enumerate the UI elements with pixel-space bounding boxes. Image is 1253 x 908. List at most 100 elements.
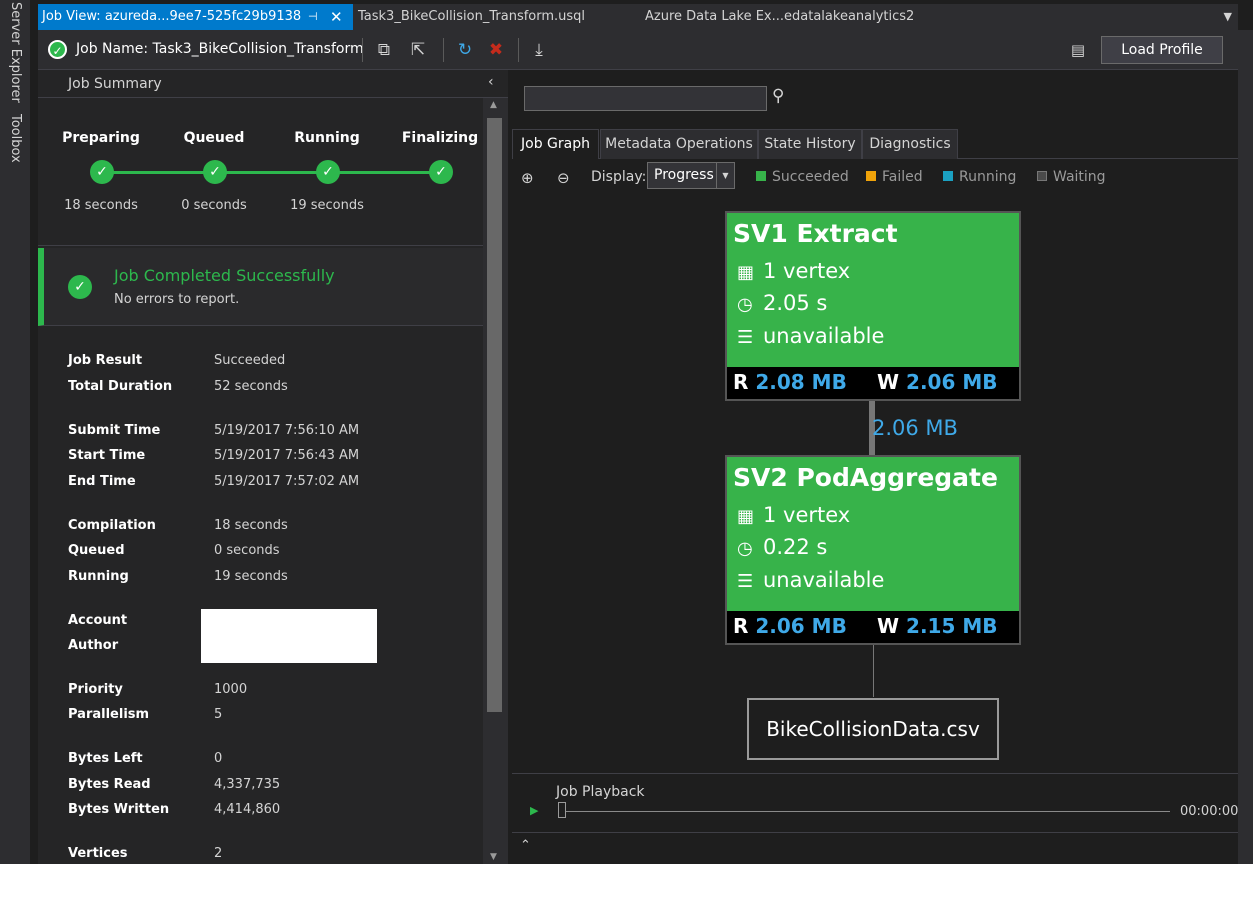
display-mode-select[interactable]: Progress ▼: [647, 162, 735, 189]
close-icon[interactable]: ✕: [330, 4, 343, 30]
grid-icon: ▦: [737, 506, 755, 527]
zoom-in-icon[interactable]: ⊕: [521, 169, 534, 187]
detail-value: 2: [214, 846, 223, 861]
legend-swatch: [1037, 171, 1047, 181]
detail-label: End Time: [68, 474, 136, 489]
play-icon[interactable]: ▶: [530, 804, 538, 817]
graph-tabs: Job Graph Metadata Operations State Hist…: [512, 129, 1238, 159]
legend-waiting: Waiting: [1037, 169, 1106, 185]
scroll-down-icon[interactable]: ▼: [490, 852, 497, 862]
copy-script-icon[interactable]: ⧉: [372, 38, 396, 62]
job-summary-title: Job Summary: [68, 76, 162, 92]
vertex-write: W 2.15 MB: [877, 614, 998, 638]
toolbar-separator: [362, 38, 363, 62]
detail-value: Succeeded: [214, 353, 286, 368]
stage-name: Preparing: [62, 130, 140, 146]
stage-time: 0 seconds: [181, 198, 247, 213]
tab-usql-script[interactable]: Task3_BikeCollision_Transform.usql: [358, 4, 585, 30]
tab-state-history[interactable]: State History: [758, 129, 862, 159]
stage-time: 19 seconds: [290, 198, 364, 213]
detail-value: 5/19/2017 7:56:10 AM: [214, 423, 360, 438]
write-prefix: W: [877, 614, 900, 638]
stage-check-icon: ✓: [90, 160, 114, 184]
scroll-up-icon[interactable]: ▲: [490, 100, 497, 110]
detail-value: 18 seconds: [214, 518, 288, 533]
vertex-io-footer: R 2.06 MB W 2.15 MB: [727, 611, 1019, 643]
job-status-card: ✓ Job Completed Successfully No errors t…: [38, 248, 483, 326]
zoom-out-icon[interactable]: ⊖: [557, 169, 570, 187]
detail-value: 5/19/2017 7:56:43 AM: [214, 448, 360, 463]
open-external-icon[interactable]: ⇱: [406, 38, 430, 62]
pin-icon[interactable]: ⊣: [308, 4, 318, 30]
legend-label: Running: [959, 169, 1017, 185]
download-icon[interactable]: ⤓: [527, 38, 551, 62]
stage-name: Finalizing: [401, 130, 479, 146]
detail-label: Queued: [68, 543, 125, 558]
job-status-subtitle: No errors to report.: [114, 292, 240, 307]
vertex-title: SV2 PodAggregate: [733, 463, 998, 492]
tab-diagnostics[interactable]: Diagnostics: [862, 129, 958, 159]
vertex-sv2-podaggregate[interactable]: SV2 PodAggregate ▦ 1 vertex ◷ 0.22 s ☰ unav…: [725, 455, 1021, 645]
legend-succeeded: Succeeded: [756, 169, 849, 185]
legend-swatch: [943, 171, 953, 181]
detail-value: 19 seconds: [214, 569, 288, 584]
job-status-title: Job Completed Successfully: [114, 266, 335, 285]
search-icon[interactable]: ⚲: [772, 86, 784, 106]
right-edge-strip: [1238, 30, 1253, 864]
detail-label: Total Duration: [68, 379, 173, 394]
detail-label: Vertices: [68, 846, 128, 861]
stage-time: 18 seconds: [64, 198, 138, 213]
vertex-rows: ☰ unavailable: [737, 568, 884, 592]
vertex-sv1-extract[interactable]: SV1 Extract ▦ 1 vertex ◷ 2.05 s ☰ unavailab…: [725, 211, 1021, 401]
detail-label: Author: [68, 638, 119, 653]
job-status-check-icon: ✓: [48, 40, 67, 59]
clock-icon: ◷: [737, 538, 753, 559]
detail-label: Parallelism: [68, 707, 150, 722]
tab-job-graph[interactable]: Job Graph: [512, 129, 599, 159]
output-file-node[interactable]: BikeCollisionData.csv: [747, 698, 999, 760]
playback-slider-thumb[interactable]: [558, 802, 566, 818]
server-explorer-tab[interactable]: Server Explorer: [8, 2, 23, 103]
toolbox-tab[interactable]: Toolbox: [8, 114, 23, 163]
vertex-count: ▦ 1 vertex: [737, 259, 850, 283]
legend-label: Succeeded: [772, 169, 849, 185]
redacted-box: [201, 609, 377, 663]
vertex-rows-text: unavailable: [763, 324, 885, 348]
tab-metadata-operations[interactable]: Metadata Operations: [600, 129, 758, 159]
detail-value: 4,414,860: [214, 802, 281, 817]
clock-icon: ◷: [737, 294, 753, 315]
legend-swatch: [756, 171, 766, 181]
scrollbar-thumb[interactable]: [487, 118, 502, 712]
vertex-title: SV1 Extract: [733, 219, 898, 248]
summary-scrollbar[interactable]: ▲ ▼: [483, 98, 508, 864]
write-value: 2.15 MB: [906, 614, 998, 638]
dropdown-arrow-icon: ▼: [716, 163, 734, 188]
graph-toolbar: ⊕ ⊖ Display: Progress ▼ Succeeded Failed…: [512, 162, 1238, 192]
detail-label: Priority: [68, 682, 123, 697]
job-summary-panel: Job Summary ‹ Preparing ✓ 18 seconds Que…: [38, 70, 508, 864]
stage-check-icon: ✓: [316, 160, 340, 184]
job-summary-header: Job Summary ‹: [38, 70, 508, 98]
collapse-panel-icon[interactable]: ‹: [488, 74, 494, 90]
detail-label: Account: [68, 613, 128, 628]
graph-search-input[interactable]: [524, 86, 767, 111]
refresh-icon[interactable]: ↻: [453, 38, 477, 62]
stage-progress-line: [102, 171, 442, 174]
playback-track[interactable]: [560, 811, 1170, 812]
toolbar-separator: [518, 38, 519, 62]
chevron-up-icon[interactable]: ⌃: [520, 838, 531, 853]
detail-value: 5: [214, 707, 223, 722]
feedback-icon[interactable]: ▤: [1066, 38, 1090, 62]
load-profile-button[interactable]: Load Profile: [1101, 36, 1223, 64]
vertex-read: R 2.08 MB: [733, 370, 847, 394]
job-name: Job Name: Task3_BikeCollision_Transform: [76, 41, 364, 57]
vertex-time-text: 0.22 s: [763, 535, 828, 559]
detail-label: Compilation: [68, 518, 156, 533]
graph-edge: [873, 645, 874, 697]
tab-adla-explorer[interactable]: Azure Data Lake Ex...edatalakeanalytics2: [645, 4, 914, 30]
tab-job-view[interactable]: Job View: azureda...9ee7-525fc29b9138 ⊣ …: [38, 4, 353, 30]
tab-list-dropdown-icon[interactable]: ▼: [1224, 4, 1232, 30]
cancel-job-icon[interactable]: ✖: [484, 38, 508, 62]
playback-time: 00:00:00: [1180, 804, 1239, 819]
detail-label: Job Result: [68, 353, 143, 368]
